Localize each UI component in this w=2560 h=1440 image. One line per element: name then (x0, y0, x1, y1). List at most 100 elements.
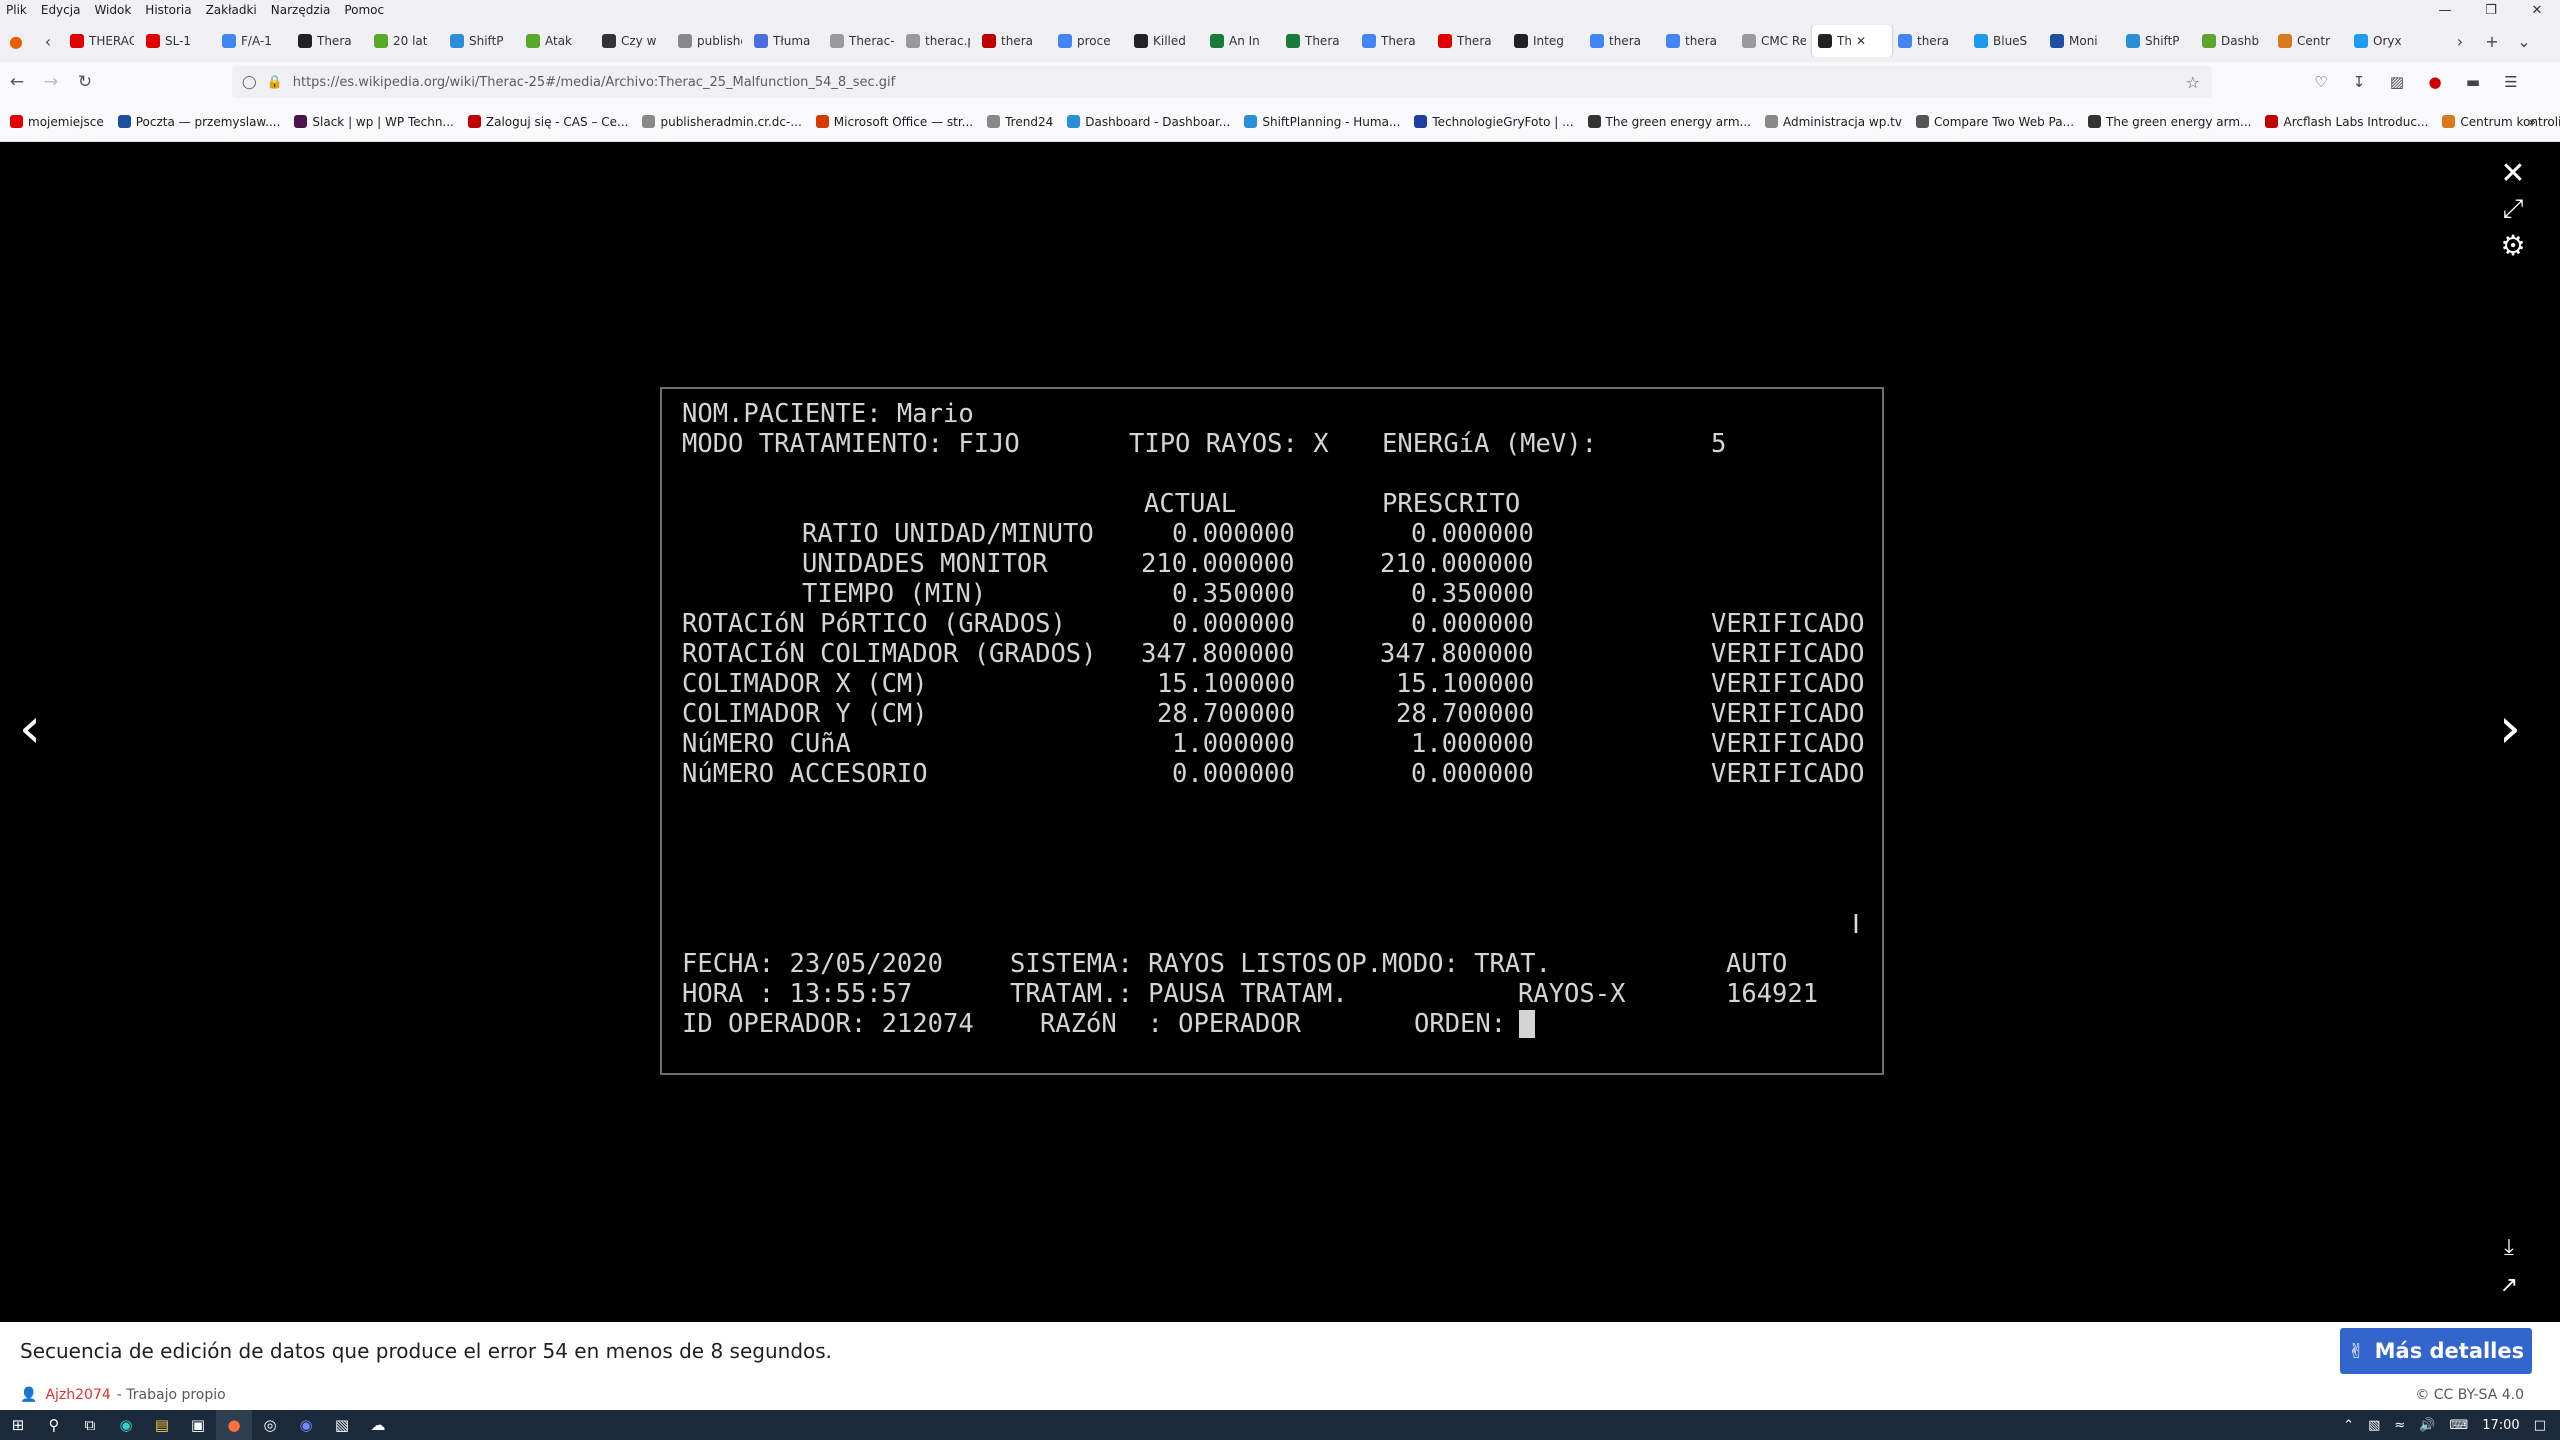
bookmark-item[interactable]: TechnologieGryFoto | ... (1414, 115, 1574, 129)
bookmark-item[interactable]: Microsoft Office — str... (815, 115, 973, 129)
extension-icon[interactable]: ▨ (2378, 66, 2416, 98)
notepad-icon[interactable]: ▧ (324, 1410, 360, 1440)
clock[interactable]: 17:00 (2482, 1418, 2519, 1433)
tab[interactable]: Thera (1356, 25, 1432, 57)
close-tab-icon[interactable]: ✕ (1856, 34, 1866, 48)
edge-icon[interactable]: ◉ (108, 1410, 144, 1440)
wifi-icon[interactable]: ≈ (2394, 1418, 2405, 1433)
volume-icon[interactable]: 🔊 (2419, 1418, 2435, 1433)
tab[interactable]: Thera (1280, 25, 1356, 57)
settings-gear-icon[interactable]: ⚙ (2496, 228, 2530, 262)
scroll-tabs-left-icon[interactable]: ‹ (32, 25, 64, 57)
menu-icon[interactable]: ☰ (2492, 66, 2530, 98)
downloads-icon[interactable]: ↧ (2340, 66, 2378, 98)
tab[interactable]: Dashb (2196, 25, 2272, 57)
menu-item[interactable]: Edycja (41, 3, 81, 17)
more-details-button[interactable]: ✌ Más detalles (2340, 1328, 2532, 1374)
menu-item[interactable]: Narzędzia (271, 3, 331, 17)
tab[interactable]: THERAC (64, 25, 140, 57)
lock-icon[interactable]: 🔒 (267, 75, 283, 90)
tab[interactable]: thera (976, 25, 1052, 57)
forward-icon[interactable]: → (34, 65, 68, 99)
tab[interactable]: 20 lat (368, 25, 444, 57)
tab[interactable]: SL-1 (140, 25, 216, 57)
chrome-icon[interactable]: ◎ (252, 1410, 288, 1440)
tab[interactable]: BlueS (1968, 25, 2044, 57)
notifications-icon[interactable]: □ (2534, 1418, 2546, 1433)
download-icon[interactable]: ⤓ (2494, 1232, 2524, 1262)
tab[interactable]: proce (1052, 25, 1128, 57)
tab[interactable]: Integ (1508, 25, 1584, 57)
list-tabs-icon[interactable]: ⌄ (2508, 25, 2540, 57)
tab[interactable]: F/A-1 (216, 25, 292, 57)
previous-image-icon[interactable]: ‹ (10, 696, 50, 761)
app-icon[interactable]: ☁ (360, 1410, 396, 1440)
bookmark-item[interactable]: Arcflash Labs Introduc... (2265, 115, 2428, 129)
back-icon[interactable]: ← (0, 65, 34, 99)
tab[interactable]: Tłuma (748, 25, 824, 57)
fullscreen-icon[interactable]: ⤢ (2496, 192, 2530, 226)
tab[interactable]: Oryx (2348, 25, 2424, 57)
tab-active[interactable]: Th ✕ (1812, 25, 1892, 57)
extension-icon[interactable]: ● (2416, 66, 2454, 98)
bookmark-item[interactable]: Administracja wp.tv (1765, 115, 1902, 129)
tab[interactable]: Atak (520, 25, 596, 57)
tab[interactable]: thera (1584, 25, 1660, 57)
bookmark-item[interactable]: Poczta — przemyslaw.... (117, 115, 280, 129)
bookmark-item[interactable]: Slack | wp | WP Techn... (294, 115, 454, 129)
tab[interactable]: Thera (1432, 25, 1508, 57)
task-view-icon[interactable]: ⧉ (72, 1410, 108, 1440)
license-badge[interactable]: © CC BY-SA 4.0 (2415, 1387, 2524, 1403)
close-window-icon[interactable]: ✕ (2514, 0, 2560, 20)
bookmark-item[interactable]: Dashboard - Dashboar... (1067, 115, 1230, 129)
menu-item[interactable]: Pomoc (344, 3, 384, 17)
next-image-icon[interactable]: › (2490, 696, 2530, 761)
bookmark-item[interactable]: mojemiejsce (10, 115, 104, 129)
tab[interactable]: Therac-25 (824, 25, 900, 57)
menu-item[interactable]: Plik (6, 3, 27, 17)
menu-item[interactable]: Widok (94, 3, 131, 17)
tab[interactable]: ShiftP (2120, 25, 2196, 57)
extension-icon[interactable]: ▬ (2454, 66, 2492, 98)
bookmark-item[interactable]: ShiftPlanning - Huma... (1244, 115, 1400, 129)
tab[interactable]: Moni (2044, 25, 2120, 57)
bookmark-item[interactable]: Zaloguj się - CAS – Ce... (467, 115, 628, 129)
tab[interactable]: Centr (2272, 25, 2348, 57)
tab[interactable]: CMC Resp (1736, 25, 1812, 57)
bookmark-item[interactable]: The green energy arm... (2088, 115, 2251, 129)
menu-item[interactable]: Zakładki (206, 3, 257, 17)
tab[interactable]: publishers (672, 25, 748, 57)
firefox-view-icon[interactable]: ● (0, 25, 32, 57)
store-icon[interactable]: ▣ (180, 1410, 216, 1440)
keyboard-icon[interactable]: ⌨ (2449, 1418, 2468, 1433)
pocket-icon[interactable]: ♡ (2302, 66, 2340, 98)
tab[interactable]: Czy w (596, 25, 672, 57)
tray-arrow-icon[interactable]: ⌃ (2343, 1418, 2354, 1433)
bookmark-star-icon[interactable]: ☆ (2186, 73, 2200, 92)
bookmark-item[interactable]: Centrum kontroli lotó... (2442, 115, 2560, 129)
tab[interactable]: An In (1204, 25, 1280, 57)
close-viewer-icon[interactable]: ✕ (2496, 156, 2530, 191)
file-explorer-icon[interactable]: ▤ (144, 1410, 180, 1440)
tab[interactable]: therac.pdf (900, 25, 976, 57)
search-icon[interactable]: ⚲ (36, 1410, 72, 1440)
reload-icon[interactable]: ↻ (68, 65, 102, 99)
bookmark-item[interactable]: Trend24 (987, 115, 1053, 129)
bookmark-item[interactable]: The green energy arm... (1587, 115, 1751, 129)
more-bookmarks-icon[interactable]: » (2529, 115, 2536, 129)
windows-start-icon[interactable]: ⊞ (0, 1410, 36, 1440)
tab[interactable]: thera (1660, 25, 1736, 57)
app-icon[interactable]: ◉ (288, 1410, 324, 1440)
minimize-icon[interactable]: — (2422, 0, 2468, 20)
author-link[interactable]: Ajzh2074 (45, 1387, 110, 1403)
shield-icon[interactable]: ◯ (242, 75, 257, 90)
share-icon[interactable]: ↗ (2494, 1270, 2524, 1300)
bookmark-item[interactable]: publisheradmin.cr.dc-... (642, 115, 802, 129)
tab[interactable]: thera (1892, 25, 1968, 57)
network-icon[interactable]: ▧ (2368, 1418, 2380, 1433)
new-tab-icon[interactable]: + (2476, 25, 2508, 57)
url-bar[interactable]: ◯ 🔒 https://es.wikipedia.org/wiki/Therac… (232, 66, 2212, 98)
menu-item[interactable]: Historia (145, 3, 191, 17)
tab[interactable]: Thera (292, 25, 368, 57)
firefox-icon[interactable]: ● (216, 1410, 252, 1440)
